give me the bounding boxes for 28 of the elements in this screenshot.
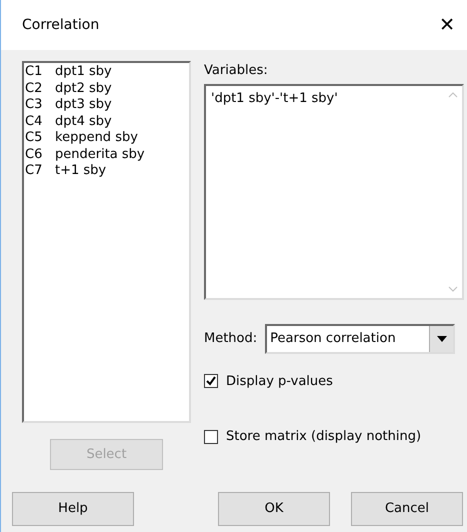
column-name[interactable]: dpt2 sby bbox=[55, 80, 112, 97]
column-name[interactable]: dpt3 sby bbox=[55, 97, 112, 114]
field-label: Method: bbox=[204, 330, 258, 348]
column-name[interactable]: dpt4 sby bbox=[55, 114, 112, 130]
column-id[interactable]: C1 bbox=[25, 64, 55, 80]
checkbox[interactable] bbox=[204, 374, 218, 388]
method-dropdown[interactable]: Pearson correlation bbox=[265, 324, 456, 354]
column-name[interactable]: dpt1 sby bbox=[55, 64, 112, 80]
column-id[interactable]: C7 bbox=[25, 163, 55, 180]
dialog-button[interactable]: OK bbox=[218, 492, 330, 526]
checkbox[interactable] bbox=[204, 430, 218, 444]
column-id[interactable]: C2 bbox=[25, 80, 55, 97]
column-id[interactable]: C4 bbox=[25, 114, 55, 130]
column-name[interactable]: penderita sby bbox=[55, 146, 145, 163]
column-id[interactable]: C5 bbox=[25, 130, 55, 146]
column-name[interactable]: keppend sby bbox=[55, 130, 138, 146]
column-name[interactable]: t+1 sby bbox=[55, 163, 106, 180]
column-id[interactable]: C3 bbox=[25, 97, 55, 114]
dialog-button[interactable]: Help bbox=[12, 492, 134, 526]
dialog-button[interactable]: Cancel bbox=[351, 492, 463, 526]
checkbox-label[interactable]: Display p-values bbox=[226, 372, 333, 391]
checkbox-label[interactable]: Store matrix (display nothing) bbox=[226, 427, 422, 446]
window-title: Correlation bbox=[22, 16, 100, 34]
caret-icon bbox=[436, 336, 447, 342]
column-id[interactable]: C6 bbox=[25, 146, 55, 163]
close-button[interactable]: ✕ bbox=[435, 16, 459, 34]
field-label: Variables: bbox=[204, 62, 268, 80]
column-list[interactable]: C1 dpt1 sby C2 dpt2 sby C3 dpt3 sby C4 dpt4 sby C5 keppend sby C6 penderita sby C7 t+1 sby bbox=[22, 61, 191, 423]
